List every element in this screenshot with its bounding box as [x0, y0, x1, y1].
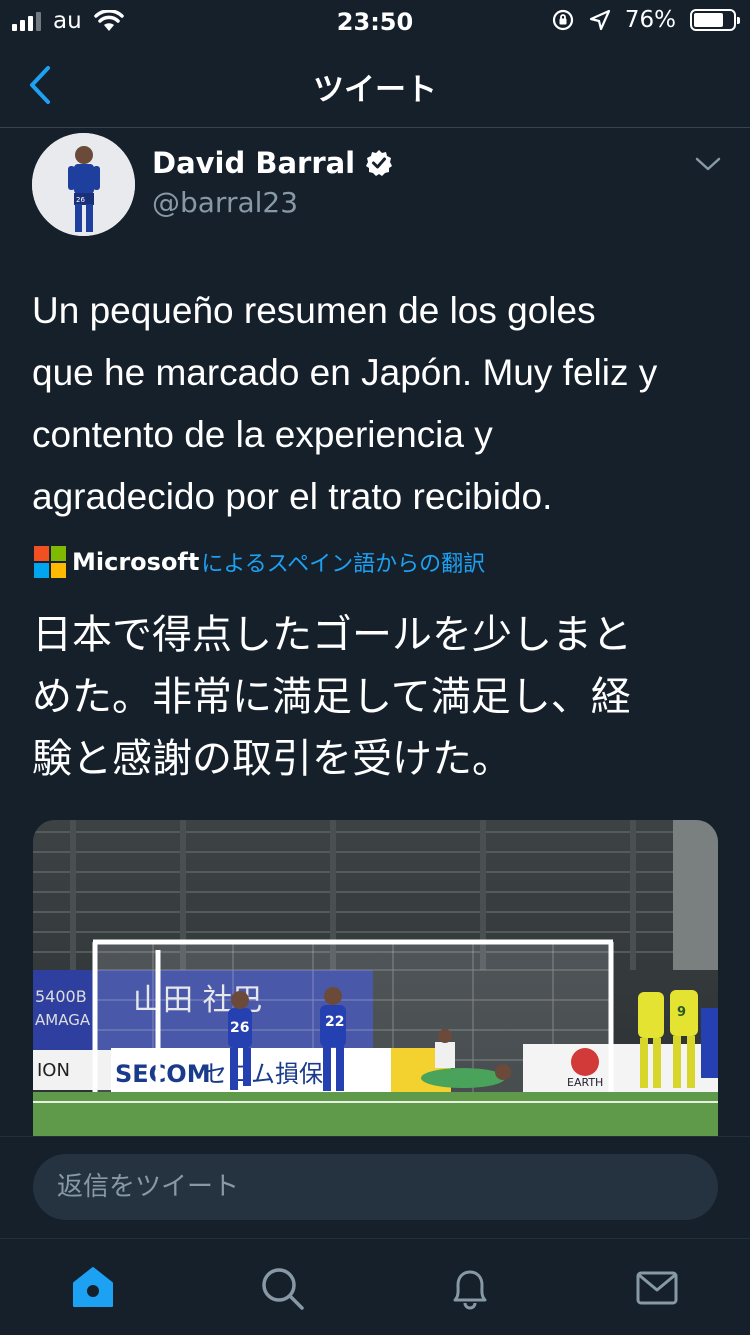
jersey-number: 9	[677, 1005, 686, 1020]
video-thumbnail: 5400B AMAGA 山田 社巴 ION SECOM セコム損保 EARTH	[33, 820, 718, 1138]
search-icon[interactable]	[257, 1263, 307, 1313]
translation-attribution[interactable]: Microsoft によるスペイン語からの翻訳	[34, 546, 485, 578]
ad-board-text: ION	[37, 1060, 70, 1081]
ad-board-text: セコム損保	[203, 1060, 323, 1088]
tab-bar	[0, 1238, 750, 1335]
reply-composer: 返信をツイート	[0, 1136, 750, 1237]
svg-text:26: 26	[76, 196, 85, 204]
translated-text: 日本で得点したゴールを少しまと めた。非常に満足して満足し、経 験と感謝の取引を…	[32, 604, 722, 790]
reply-input[interactable]: 返信をツイート	[33, 1154, 718, 1220]
translated-text-line: 日本で得点したゴールを少しまと	[32, 612, 632, 658]
translated-text-line: 験と感謝の取引を受けた。	[32, 736, 512, 782]
tweet-text-line: Un pequeño resumen de los goles	[32, 290, 596, 331]
messages-icon[interactable]	[632, 1263, 682, 1313]
tweet-text-line: agradecido por el trato recibido.	[32, 476, 553, 517]
tweet-text: Un pequeño resumen de los goles que he m…	[32, 280, 722, 528]
orientation-lock-icon	[552, 9, 573, 31]
tweet-text-line: contento de la experiencia y	[32, 414, 493, 455]
battery-percent: 76%	[624, 7, 676, 33]
ad-board-text: EARTH	[567, 1076, 603, 1089]
microsoft-logo-icon	[34, 546, 66, 578]
carrier-name: au	[53, 8, 82, 34]
notifications-icon[interactable]	[445, 1263, 495, 1313]
ad-board-text: 5400B	[35, 987, 87, 1006]
jersey-number: 22	[325, 1014, 344, 1030]
home-icon[interactable]	[68, 1263, 118, 1313]
signal-strength-icon	[12, 11, 41, 31]
tweet-video[interactable]: 5400B AMAGA 山田 社巴 ION SECOM セコム損保 EARTH	[33, 820, 718, 1138]
verified-badge-icon	[366, 150, 393, 176]
wifi-icon	[93, 10, 124, 31]
translation-provider: Microsoft	[72, 548, 200, 576]
chevron-down-icon[interactable]	[694, 154, 722, 174]
page-title: ツイート	[313, 72, 437, 108]
battery-icon	[690, 9, 740, 31]
back-button[interactable]	[22, 62, 62, 108]
author-name[interactable]: David Barral	[152, 146, 355, 180]
tweet-text-line: que he marcado en Japón. Muy feliz y	[32, 352, 658, 393]
navigation-bar: ツイート	[0, 42, 750, 128]
author-handle[interactable]: @barral23	[152, 186, 393, 219]
jersey-number: 26	[230, 1020, 249, 1036]
location-icon	[589, 9, 610, 31]
status-bar: au 23:50 76%	[0, 0, 750, 42]
translation-note[interactable]: によるスペイン語からの翻訳	[201, 546, 485, 578]
translated-text-line: めた。非常に満足して満足し、経	[32, 674, 631, 720]
ad-board-text: AMAGA	[35, 1011, 91, 1029]
ad-board-text: SECOM	[115, 1060, 211, 1088]
author-avatar[interactable]: 26	[32, 133, 135, 236]
